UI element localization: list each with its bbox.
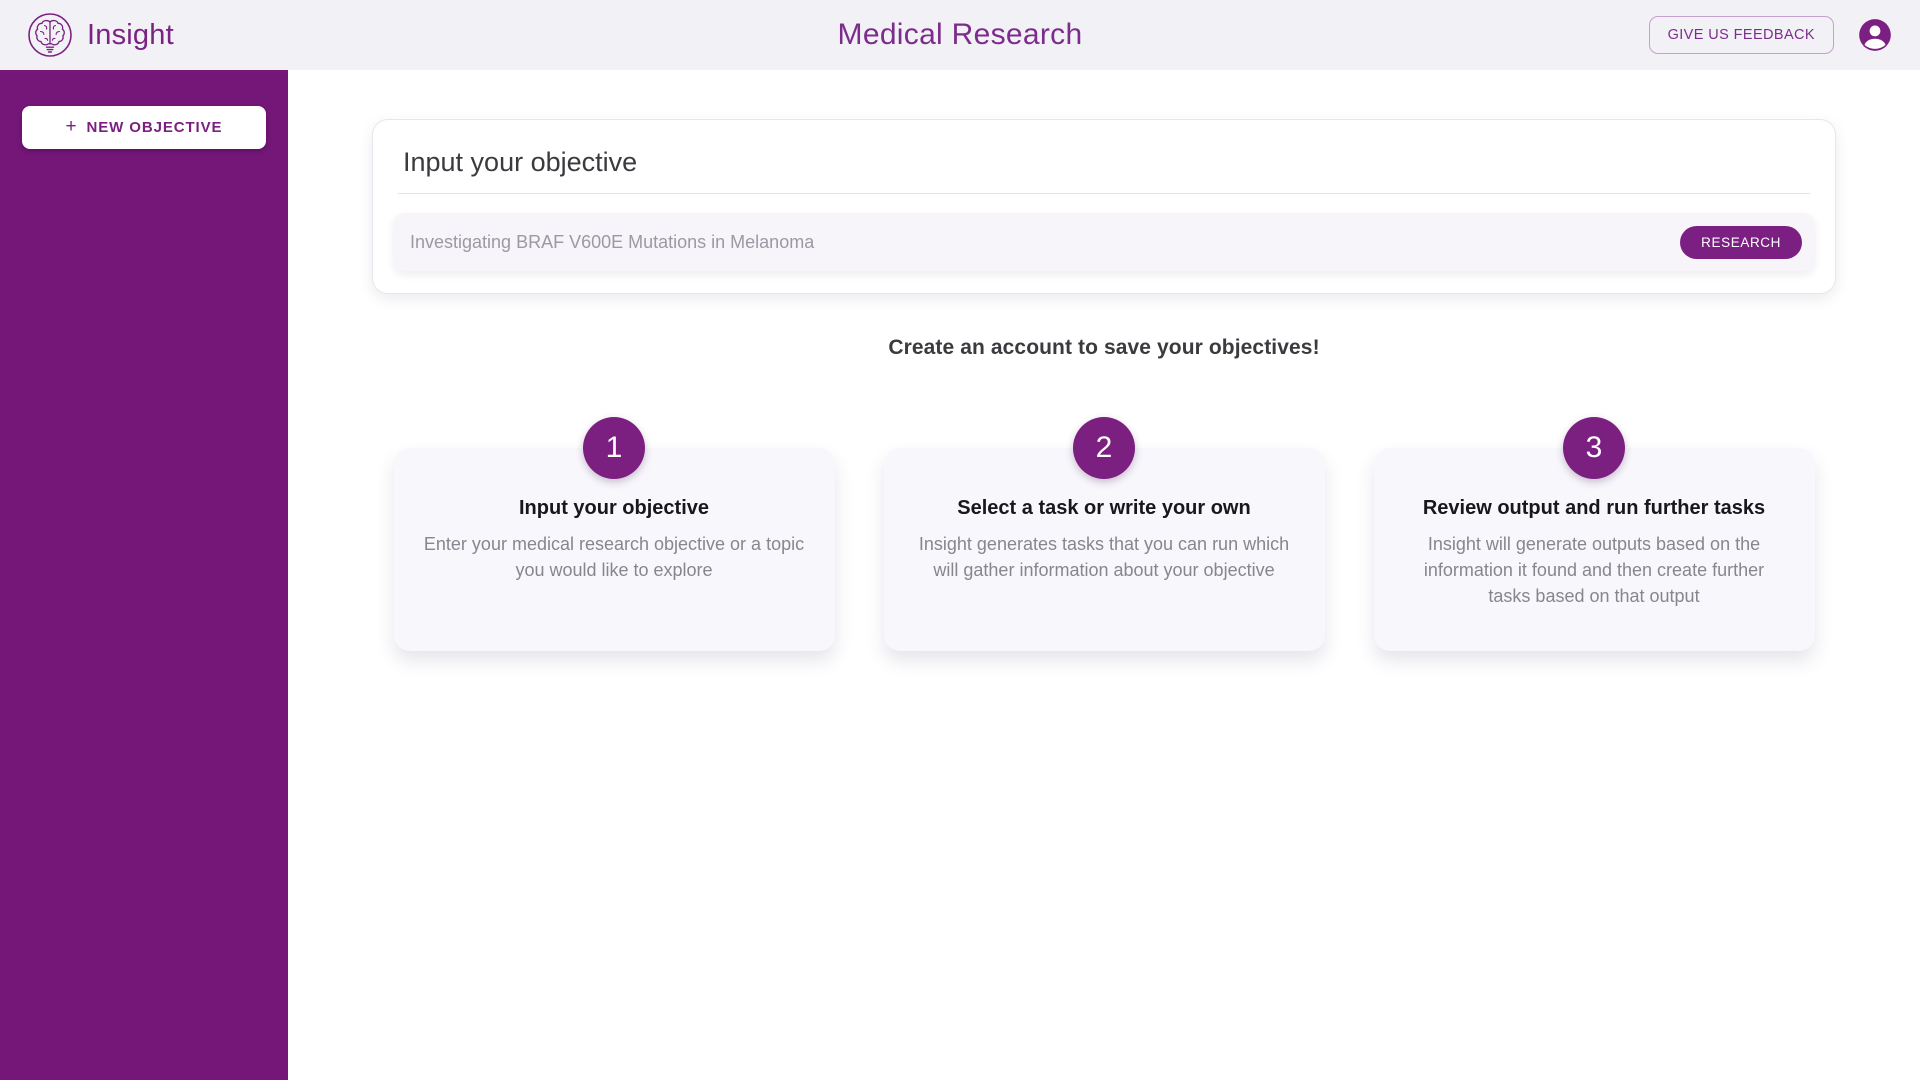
panel-divider <box>398 193 1810 194</box>
new-objective-label: NEW OBJECTIVE <box>87 119 223 136</box>
main-content: Input your objective RESEARCH Create an … <box>288 70 1920 1080</box>
account-prompt: Create an account to save your objective… <box>288 336 1920 360</box>
step-2-title: Select a task or write your own <box>912 497 1297 520</box>
step-1-description: Enter your medical research objective or… <box>422 531 807 583</box>
objective-panel: Input your objective RESEARCH <box>372 119 1836 294</box>
step-2: 2 Select a task or write your own Insigh… <box>884 417 1325 651</box>
user-avatar-button[interactable] <box>1856 16 1894 54</box>
step-3-number-badge: 3 <box>1563 417 1625 479</box>
brain-logo-icon <box>26 11 74 59</box>
app-header: Insight Medical Research GIVE US FEEDBAC… <box>0 0 1920 70</box>
step-3-title: Review output and run further tasks <box>1402 497 1787 520</box>
sidebar: + NEW OBJECTIVE <box>0 70 288 1080</box>
objective-heading: Input your objective <box>403 147 1805 178</box>
objective-input[interactable] <box>410 232 1680 253</box>
step-3: 3 Review output and run further tasks In… <box>1374 417 1815 651</box>
page-title: Medical Research <box>838 18 1083 52</box>
account-circle-icon <box>1856 16 1894 54</box>
step-1: 1 Input your objective Enter your medica… <box>394 417 835 651</box>
research-button[interactable]: RESEARCH <box>1680 226 1802 259</box>
step-2-description: Insight generates tasks that you can run… <box>912 531 1297 583</box>
steps-row: 1 Input your objective Enter your medica… <box>288 417 1920 651</box>
header-right: GIVE US FEEDBACK <box>1082 16 1894 54</box>
objective-input-row: RESEARCH <box>393 213 1815 271</box>
step-3-description: Insight will generate outputs based on t… <box>1402 531 1787 609</box>
step-1-title: Input your objective <box>422 497 807 520</box>
header-left: Insight <box>26 11 838 59</box>
logo-text: Insight <box>87 19 174 52</box>
plus-icon: + <box>66 116 78 138</box>
app-logo[interactable]: Insight <box>26 11 174 59</box>
step-2-number-badge: 2 <box>1073 417 1135 479</box>
give-feedback-button[interactable]: GIVE US FEEDBACK <box>1649 16 1834 54</box>
step-1-number-badge: 1 <box>583 417 645 479</box>
new-objective-button[interactable]: + NEW OBJECTIVE <box>22 106 266 149</box>
